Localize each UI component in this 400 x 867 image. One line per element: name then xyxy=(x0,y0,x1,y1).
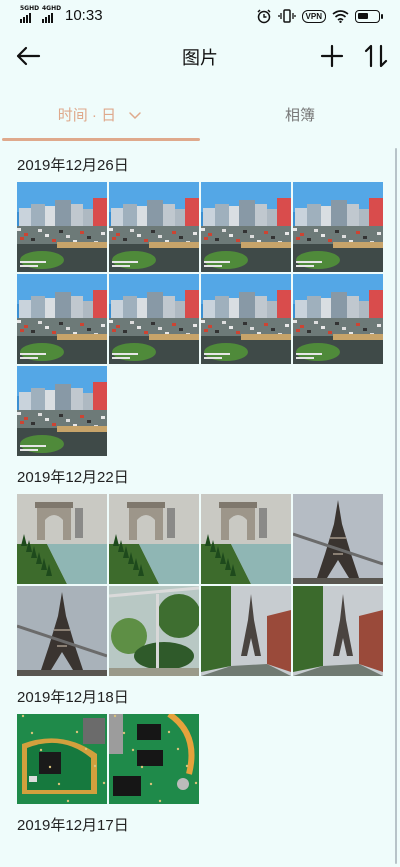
plus-icon xyxy=(320,44,344,68)
photo-thumbnail[interactable] xyxy=(109,274,199,364)
tab-albums[interactable]: 相簿 xyxy=(200,98,400,134)
chevron-down-icon xyxy=(129,112,141,120)
vpn-badge: VPN xyxy=(301,9,326,23)
tab-time-day[interactable]: 时间 · 日 xyxy=(0,98,200,134)
tab-label: 相簿 xyxy=(284,107,315,124)
photo-thumbnail[interactable] xyxy=(293,182,383,272)
sim2-label: 4GHD xyxy=(42,5,62,12)
signal-icon: 4GHD xyxy=(42,5,62,23)
sort-icon xyxy=(364,44,388,68)
photo-thumbnail[interactable] xyxy=(293,586,383,676)
date-header: 2019年12月18日 xyxy=(17,689,129,706)
photo-thumbnail[interactable] xyxy=(17,714,107,804)
sim1-label: 5GHD xyxy=(20,5,40,12)
photo-thumbnail[interactable] xyxy=(109,586,199,676)
status-bar: 5GHD 4GHD 10:33 VPN xyxy=(0,0,400,34)
sort-button[interactable] xyxy=(362,42,390,70)
photo-thumbnail[interactable] xyxy=(109,714,199,804)
scrollbar[interactable] xyxy=(395,148,397,864)
alarm-icon xyxy=(257,9,271,24)
photo-thumbnail[interactable] xyxy=(293,274,383,364)
add-button[interactable] xyxy=(318,42,346,70)
photo-thumbnail[interactable] xyxy=(17,182,107,272)
photo-thumbnail[interactable] xyxy=(17,366,107,456)
photo-thumbnail[interactable] xyxy=(201,274,291,364)
app-header: 图片 xyxy=(0,36,400,76)
vibrate-icon xyxy=(277,9,296,23)
battery-icon xyxy=(355,9,383,23)
tab-label: 时间 · 日 xyxy=(57,107,117,124)
photo-thumbnail[interactable] xyxy=(201,182,291,272)
view-tabs: 时间 · 日 相簿 xyxy=(0,98,400,144)
wifi-icon xyxy=(332,10,349,23)
date-header: 2019年12月26日 xyxy=(17,157,129,174)
active-tab-indicator xyxy=(2,138,200,141)
photo-thumbnail[interactable] xyxy=(201,494,291,584)
status-time: 10:33 xyxy=(65,7,103,24)
photo-thumbnail[interactable] xyxy=(17,274,107,364)
photo-thumbnail[interactable] xyxy=(109,182,199,272)
date-header: 2019年12月22日 xyxy=(17,469,129,486)
photo-thumbnail[interactable] xyxy=(201,586,291,676)
photo-thumbnail[interactable] xyxy=(17,586,107,676)
photo-thumbnail[interactable] xyxy=(109,494,199,584)
signal-icon: 5GHD xyxy=(20,5,40,23)
date-header: 2019年12月17日 xyxy=(17,817,129,834)
photo-thumbnail[interactable] xyxy=(293,494,383,584)
signal-indicators: 5GHD 4GHD xyxy=(20,5,62,23)
photo-thumbnail[interactable] xyxy=(17,494,107,584)
